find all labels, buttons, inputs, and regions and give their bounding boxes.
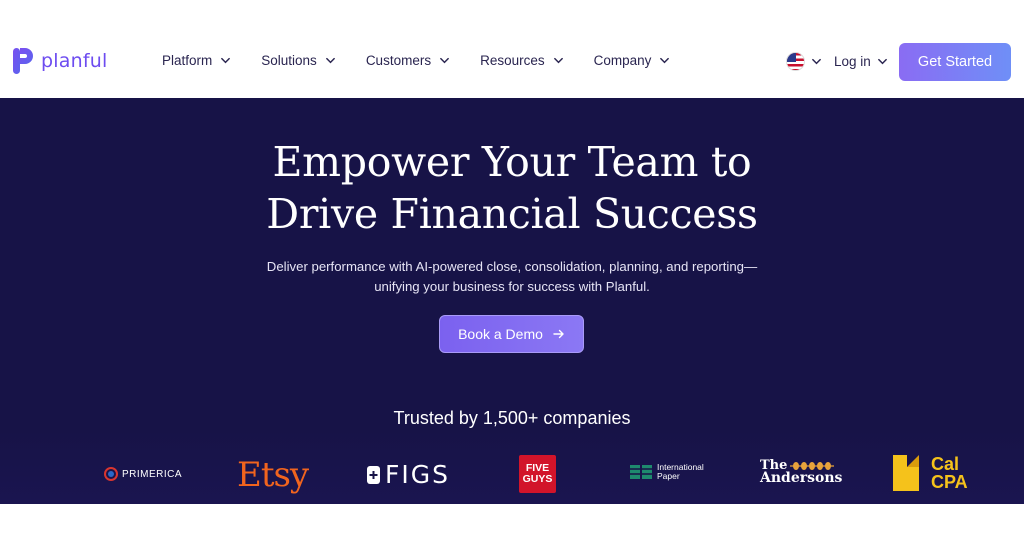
headline-line-1: Empower Your Team to xyxy=(272,138,752,186)
wheat-icon xyxy=(790,461,835,470)
chevron-down-icon xyxy=(660,57,670,64)
planful-logo-icon xyxy=(13,48,33,74)
us-flag-icon xyxy=(786,52,805,71)
andersons-text-2: Andersons xyxy=(760,470,843,486)
nav-item-solutions[interactable]: Solutions xyxy=(261,53,336,68)
hero-subtext: Deliver performance with AI-powered clos… xyxy=(0,257,1024,297)
brand-name: planful xyxy=(41,50,108,72)
arrow-right-icon xyxy=(553,329,564,339)
international-paper-mark-icon xyxy=(630,465,652,479)
page: planful Platform Solutions Customers Res… xyxy=(0,0,1024,536)
nav-item-resources[interactable]: Resources xyxy=(480,53,564,68)
calcpa-logo: Cal CPA xyxy=(891,453,968,493)
page-bottom-strip xyxy=(0,504,1024,536)
calcpa-text-2: CPA xyxy=(931,472,968,492)
nav-item-label: Customers xyxy=(365,53,432,68)
chevron-down-icon xyxy=(440,57,449,64)
nav-item-label: Resources xyxy=(480,53,545,68)
headline-line-2: Drive Financial Success xyxy=(266,190,758,238)
login-label: Log in xyxy=(834,54,871,69)
nav-item-company[interactable]: Company xyxy=(594,53,671,68)
main-nav: Platform Solutions Customers Resources C… xyxy=(162,53,700,68)
international-paper-text-2: Paper xyxy=(657,471,680,481)
chevron-down-icon xyxy=(221,57,231,64)
hero-headline: Empower Your Team to Drive Financial Suc… xyxy=(0,136,1024,240)
figs-plus-icon xyxy=(367,465,380,484)
chevron-down-icon xyxy=(553,57,563,64)
customer-logos: PRIMERICA Etsy FIGS FIVE GUYS Internatio… xyxy=(0,453,1024,498)
figs-logo: FIGS xyxy=(366,460,450,489)
five-guys-text-2: GUYS xyxy=(522,473,553,485)
chevron-down-icon xyxy=(812,58,821,65)
primerica-logo: PRIMERICA xyxy=(104,467,182,481)
nav-item-label: Company xyxy=(593,53,652,68)
book-demo-label: Book a Demo xyxy=(458,326,543,342)
etsy-logo: Etsy xyxy=(237,455,309,495)
nav-item-customers[interactable]: Customers xyxy=(366,53,450,68)
primerica-mark-icon xyxy=(104,467,118,481)
language-selector[interactable] xyxy=(786,52,822,71)
chevron-down-icon xyxy=(325,57,335,64)
nav-item-label: Solutions xyxy=(261,53,317,68)
book-demo-button[interactable]: Book a Demo xyxy=(439,315,584,353)
andersons-logo: The Andersons xyxy=(760,459,842,485)
site-header: planful Platform Solutions Customers Res… xyxy=(0,28,1024,98)
get-started-button[interactable]: Get Started xyxy=(899,43,1011,81)
planful-logo[interactable]: planful xyxy=(12,46,107,76)
calcpa-text-1: Cal xyxy=(931,454,960,474)
primerica-text: PRIMERICA xyxy=(122,468,183,480)
five-guys-logo: FIVE GUYS xyxy=(519,455,556,493)
calcpa-mark-icon xyxy=(893,455,919,491)
figs-text: FIGS xyxy=(385,460,450,489)
trusted-by-heading: Trusted by 1,500+ companies xyxy=(393,408,631,428)
nav-item-label: Platform xyxy=(162,53,213,68)
login-menu[interactable]: Log in xyxy=(834,54,888,69)
hero-section: Empower Your Team to Drive Financial Suc… xyxy=(0,98,1024,504)
international-paper-logo: International Paper xyxy=(630,463,704,481)
subtext-line-2: unifying your business for success with … xyxy=(374,279,650,294)
subtext-line-1: Deliver performance with AI-powered clos… xyxy=(266,259,758,274)
nav-item-platform[interactable]: Platform xyxy=(162,53,231,68)
chevron-down-icon xyxy=(877,58,887,65)
